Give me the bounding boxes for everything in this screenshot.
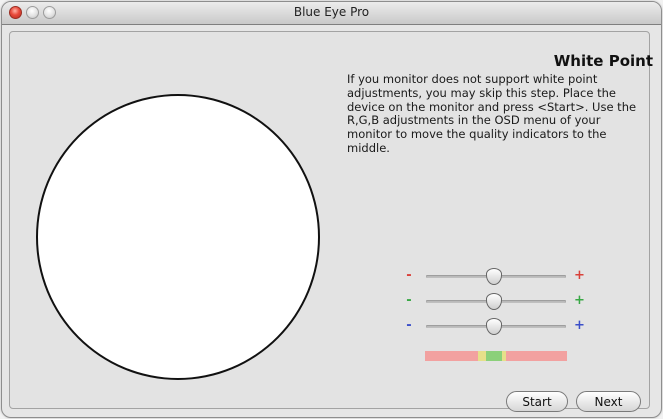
red-slider-knob[interactable] <box>486 268 502 285</box>
title-bar[interactable]: Blue Eye Pro <box>2 2 661 25</box>
start-button[interactable]: Start <box>506 391 568 412</box>
blue-adjustment-slider[interactable]: - + <box>404 318 586 335</box>
blue-plus-label: + <box>574 318 585 333</box>
instructions-text: If you monitor does not support white po… <box>347 72 637 155</box>
green-adjustment-slider[interactable]: - + <box>404 293 586 310</box>
next-button[interactable]: Next <box>576 391 641 412</box>
green-plus-label: + <box>574 293 585 308</box>
page-title: White Point <box>553 52 653 70</box>
window-title: Blue Eye Pro <box>293 5 370 19</box>
red-adjustment-slider[interactable]: - + <box>404 268 586 285</box>
blue-slider-knob[interactable] <box>486 318 502 335</box>
quality-good-zone <box>486 351 502 361</box>
green-slider-knob[interactable] <box>486 293 502 310</box>
green-minus-label: - <box>406 293 412 308</box>
blue-minus-label: - <box>406 318 412 333</box>
quality-indicator-bar <box>425 351 567 361</box>
red-plus-label: + <box>574 268 585 283</box>
measurement-target-circle <box>36 94 320 380</box>
red-minus-label: - <box>406 268 412 283</box>
